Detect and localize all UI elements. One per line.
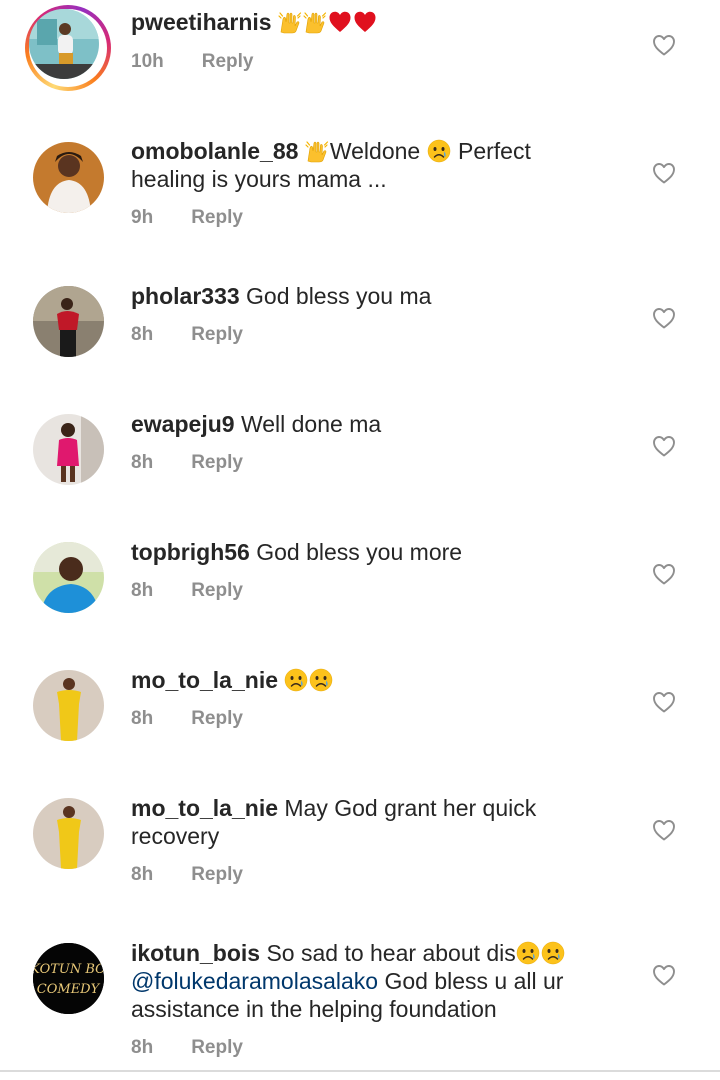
comment-body: God bless u all ur — [384, 968, 564, 994]
sad-face-icon — [516, 941, 540, 965]
comment-username[interactable]: ewapeju9 — [131, 411, 235, 437]
comment-text: topbrigh56 God bless you more — [131, 538, 601, 566]
comment-time: 9h — [131, 207, 154, 228]
comment-username[interactable]: pholar333 — [131, 283, 240, 309]
comment-meta: 8h Reply — [131, 864, 243, 886]
sad-face-icon — [284, 668, 308, 692]
reply-button[interactable]: Reply — [191, 864, 243, 886]
comment-meta: 8h Reply — [131, 580, 243, 602]
avatar[interactable]: KOTUN BO COMEDY — [33, 943, 104, 1014]
avatar[interactable] — [33, 414, 104, 485]
comment-time: 8h — [131, 864, 154, 885]
avatar-logo-text: KOTUN BO — [33, 962, 104, 977]
comment-text: pholar333 God bless you ma — [131, 282, 601, 310]
comment-username[interactable]: mo_to_la_nie — [131, 795, 278, 821]
comment-text: mo_to_la_nie — [131, 666, 601, 694]
comment-meta: 8h Reply — [131, 708, 243, 730]
avatar[interactable] — [33, 142, 104, 213]
divider — [0, 1070, 720, 1072]
comment-meta: 8h Reply — [131, 452, 243, 474]
comment-username[interactable]: pweetiharnis — [131, 9, 272, 35]
comment-body: Weldone — [329, 138, 421, 164]
avatar-logo-text: COMEDY — [37, 982, 101, 997]
comment-meta: 8h Reply — [131, 1037, 243, 1059]
like-heart-icon[interactable] — [652, 691, 676, 713]
comment-meta: 8h Reply — [131, 324, 243, 346]
story-ring[interactable] — [25, 5, 111, 91]
comment-meta: 10h Reply — [131, 51, 254, 73]
comment-username[interactable]: topbrigh56 — [131, 539, 250, 565]
comment-username[interactable]: omobolanle_88 — [131, 138, 298, 164]
reply-button[interactable]: Reply — [191, 580, 243, 602]
comment-text: pweetiharnis — [131, 8, 601, 36]
comment-text: ikotun_bois So sad to hear about dis @fo… — [131, 939, 601, 1023]
comment-body: May God grant her quick — [284, 795, 537, 821]
reply-button[interactable]: Reply — [191, 452, 243, 474]
reply-button[interactable]: Reply — [191, 207, 243, 229]
like-heart-icon[interactable] — [652, 435, 676, 457]
red-heart-icon — [328, 10, 352, 34]
red-heart-icon — [353, 10, 377, 34]
comment-time: 8h — [131, 580, 154, 601]
like-heart-icon[interactable] — [652, 34, 676, 56]
reply-button[interactable]: Reply — [191, 1037, 243, 1059]
comment-text: mo_to_la_nie May God grant her quick rec… — [131, 794, 601, 850]
comment-body: healing is yours mama ... — [131, 166, 387, 192]
avatar[interactable] — [33, 670, 104, 741]
comment-username[interactable]: ikotun_bois — [131, 940, 260, 966]
comment-body: Perfect — [457, 138, 531, 164]
comment-body: God bless you more — [256, 539, 463, 565]
sad-face-icon — [427, 139, 451, 163]
comment-body: assistance in the helping foundation — [131, 996, 497, 1022]
avatar[interactable] — [29, 9, 99, 79]
mention-link[interactable]: @folukedaramolasalako — [131, 968, 378, 994]
comment-body: Well done ma — [240, 411, 382, 437]
reply-button[interactable]: Reply — [191, 708, 243, 730]
like-heart-icon[interactable] — [652, 563, 676, 585]
like-heart-icon[interactable] — [652, 162, 676, 184]
avatar[interactable] — [33, 542, 104, 613]
raised-hands-icon — [278, 10, 302, 34]
comment-time: 8h — [131, 452, 154, 473]
comment-time: 8h — [131, 1037, 154, 1058]
avatar[interactable] — [33, 798, 104, 869]
comment-meta: 9h Reply — [131, 207, 243, 229]
comment-username[interactable]: mo_to_la_nie — [131, 667, 278, 693]
comment-time: 8h — [131, 708, 154, 729]
reply-button[interactable]: Reply — [202, 51, 254, 73]
sad-face-icon — [309, 668, 333, 692]
comment-time: 10h — [131, 51, 164, 72]
comment-body: recovery — [131, 823, 220, 849]
like-heart-icon[interactable] — [652, 819, 676, 841]
sad-face-icon — [541, 941, 565, 965]
comment-text: omobolanle_88 Weldone Perfect healing is… — [131, 137, 601, 193]
raised-hands-icon — [303, 10, 327, 34]
comment-body: God bless you ma — [246, 283, 432, 309]
reply-button[interactable]: Reply — [191, 324, 243, 346]
comment-time: 8h — [131, 324, 154, 345]
avatar[interactable] — [33, 286, 104, 357]
like-heart-icon[interactable] — [652, 307, 676, 329]
comment-body: So sad to hear about dis — [266, 940, 516, 966]
comment-text: ewapeju9 Well done ma — [131, 410, 601, 438]
like-heart-icon[interactable] — [652, 964, 676, 986]
raised-hands-icon — [305, 139, 329, 163]
